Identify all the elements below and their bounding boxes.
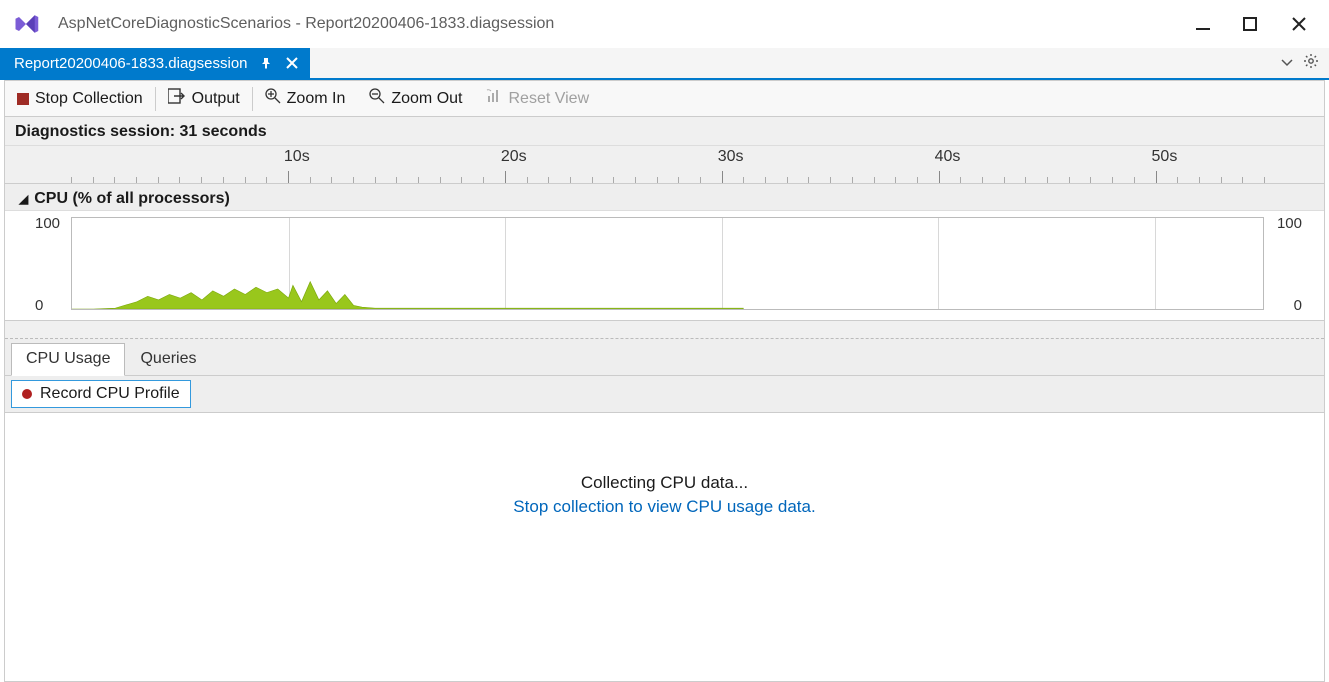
- tab-queries[interactable]: Queries: [125, 343, 211, 375]
- zoom-out-button[interactable]: Zoom Out: [357, 81, 474, 116]
- zoom-in-label: Zoom In: [287, 90, 346, 108]
- settings-gear-icon[interactable]: [1303, 53, 1319, 74]
- y-axis-min-left: 0: [35, 297, 43, 314]
- tab-cpu-usage[interactable]: CPU Usage: [11, 343, 125, 376]
- record-button-label: Record CPU Profile: [40, 385, 180, 403]
- detail-tabs: CPU Usage Queries: [5, 339, 1324, 376]
- window-minimize-button[interactable]: [1193, 14, 1213, 34]
- pin-icon[interactable]: [258, 55, 274, 71]
- document-tab-active[interactable]: Report20200406-1833.diagsession: [0, 48, 310, 78]
- zoom-out-icon: [369, 88, 385, 109]
- stop-collection-link[interactable]: Stop collection to view CPU usage data.: [513, 497, 815, 517]
- stop-collection-button[interactable]: Stop Collection: [5, 81, 155, 116]
- reset-view-label: Reset View: [508, 90, 589, 108]
- document-tab-row: Report20200406-1833.diagsession: [0, 48, 1329, 78]
- diagnostics-toolbar: Stop Collection Output Zoom In Zoom Out: [5, 81, 1324, 117]
- timeline-ruler[interactable]: 10s 20s 30s 40s 50s: [5, 146, 1324, 184]
- output-button[interactable]: Output: [156, 81, 252, 116]
- collapse-triangle-icon: ◢: [19, 192, 28, 206]
- window-close-button[interactable]: [1289, 14, 1309, 34]
- cpu-chart-plot[interactable]: [71, 217, 1264, 310]
- y-axis-min-right: 0: [1294, 297, 1302, 314]
- output-arrow-icon: [168, 88, 186, 109]
- ruler-tick-label: 50s: [1152, 148, 1178, 166]
- visual-studio-logo-icon: [12, 10, 40, 38]
- collecting-status-text: Collecting CPU data...: [581, 473, 748, 493]
- record-cpu-profile-button[interactable]: Record CPU Profile: [11, 380, 191, 408]
- cpu-chart-title: CPU (% of all processors): [34, 190, 230, 208]
- document-tab-label: Report20200406-1833.diagsession: [14, 55, 248, 72]
- stop-collection-label: Stop Collection: [35, 90, 143, 108]
- zoom-in-button[interactable]: Zoom In: [253, 81, 358, 116]
- session-duration-label: Diagnostics session: 31 seconds: [5, 117, 1324, 146]
- window-title: AspNetCoreDiagnosticScenarios - Report20…: [58, 15, 1193, 33]
- zoom-in-icon: [265, 88, 281, 109]
- ruler-tick-label: 20s: [501, 148, 527, 166]
- reset-view-icon: [486, 88, 502, 109]
- cpu-chart-header[interactable]: ◢ CPU (% of all processors): [5, 184, 1324, 211]
- stop-icon: [17, 93, 29, 105]
- zoom-out-label: Zoom Out: [391, 90, 462, 108]
- record-toolbar: Record CPU Profile: [5, 376, 1324, 413]
- record-dot-icon: [22, 389, 32, 399]
- window-titlebar: AspNetCoreDiagnosticScenarios - Report20…: [0, 0, 1329, 48]
- ruler-tick-label: 40s: [935, 148, 961, 166]
- window-maximize-button[interactable]: [1241, 14, 1261, 34]
- tab-overflow-icon[interactable]: [1281, 54, 1293, 72]
- ruler-tick-label: 10s: [284, 148, 310, 166]
- window-controls: [1193, 14, 1317, 34]
- status-message-area: Collecting CPU data... Stop collection t…: [5, 413, 1324, 681]
- cpu-chart-area: 100 0 100 0: [5, 211, 1324, 321]
- output-label: Output: [192, 90, 240, 108]
- reset-view-button: Reset View: [474, 81, 601, 116]
- resize-splitter[interactable]: [5, 321, 1324, 339]
- diagnostics-frame: Stop Collection Output Zoom In Zoom Out: [4, 80, 1325, 682]
- y-axis-max-left: 100: [35, 215, 60, 232]
- ruler-tick-label: 30s: [718, 148, 744, 166]
- y-axis-max-right: 100: [1277, 215, 1302, 232]
- close-tab-icon[interactable]: [284, 55, 300, 71]
